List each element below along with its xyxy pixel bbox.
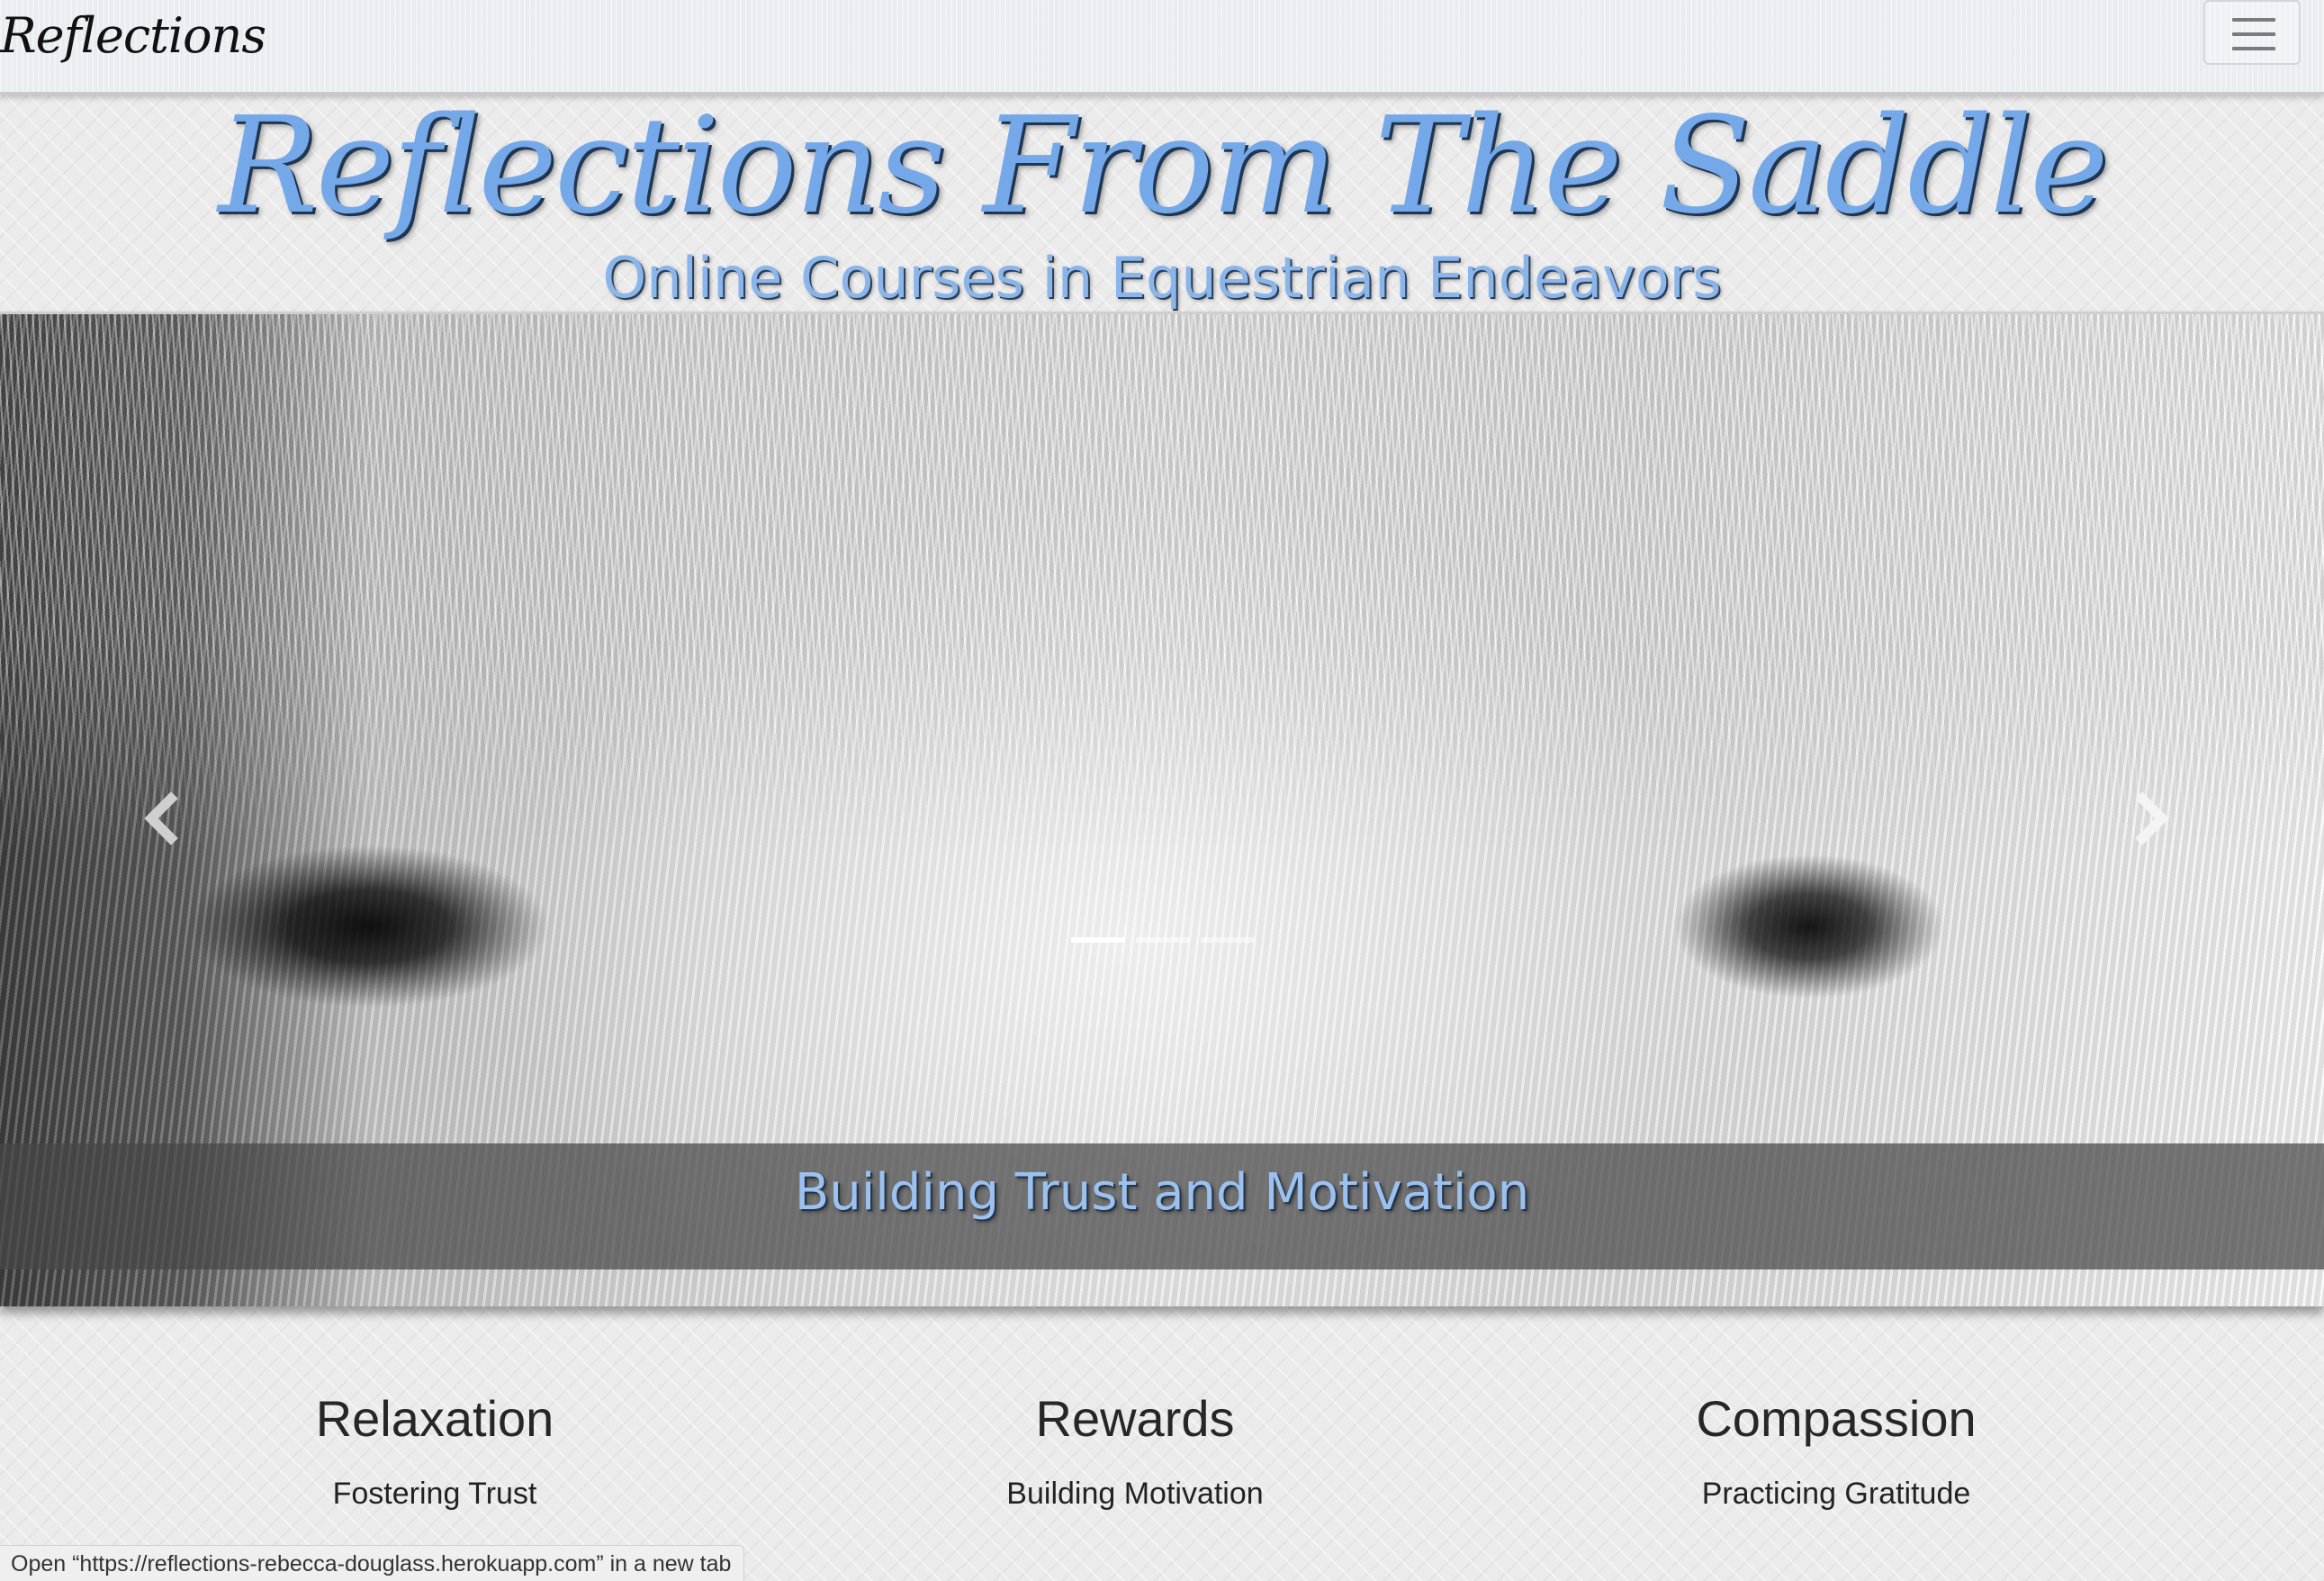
hamburger-bar <box>2232 32 2275 36</box>
feature-subtitle: Fostering Trust <box>332 1477 537 1511</box>
feature-title: Relaxation <box>315 1390 554 1447</box>
image-carousel: Building Trust and Motivation <box>0 312 2324 1306</box>
carousel-prev-button[interactable] <box>126 782 198 854</box>
browser-status-bar: Open “https://reflections-rebecca-dougla… <box>0 1545 745 1581</box>
carousel-caption-band: Building Trust and Motivation <box>0 1143 2324 1269</box>
navbar: Reflections <box>0 0 2324 95</box>
carousel-next-button[interactable] <box>2115 782 2187 854</box>
chevron-left-icon <box>144 791 178 845</box>
carousel-slide-texture <box>0 314 2324 854</box>
hamburger-menu-icon <box>2232 18 2275 22</box>
carousel-indicator-2[interactable] <box>1136 937 1190 943</box>
feature-title: Compassion <box>1696 1390 1977 1447</box>
page-subtitle: Online Courses in Equestrian Endeavors <box>602 245 1722 311</box>
carousel-indicator-1[interactable] <box>1071 937 1125 943</box>
hamburger-menu-button[interactable] <box>2203 0 2301 65</box>
feature-title: Rewards <box>1035 1390 1235 1447</box>
feature-rewards: Rewards Building Motivation <box>910 1387 1360 1516</box>
feature-relaxation: Relaxation Fostering Trust <box>210 1387 660 1516</box>
chevron-right-icon <box>2135 791 2169 845</box>
feature-compassion: Compassion Practicing Gratitude <box>1611 1387 2061 1516</box>
feature-subtitle: Practicing Gratitude <box>1701 1477 1971 1511</box>
page-title: Reflections From The Saddle <box>218 88 2108 243</box>
carousel-caption: Building Trust and Motivation <box>794 1163 1530 1222</box>
feature-subtitle: Building Motivation <box>1006 1477 1264 1511</box>
hamburger-bar <box>2232 47 2275 50</box>
carousel-indicator-3[interactable] <box>1201 937 1255 943</box>
brand-logo-link[interactable]: Reflections <box>0 7 266 64</box>
